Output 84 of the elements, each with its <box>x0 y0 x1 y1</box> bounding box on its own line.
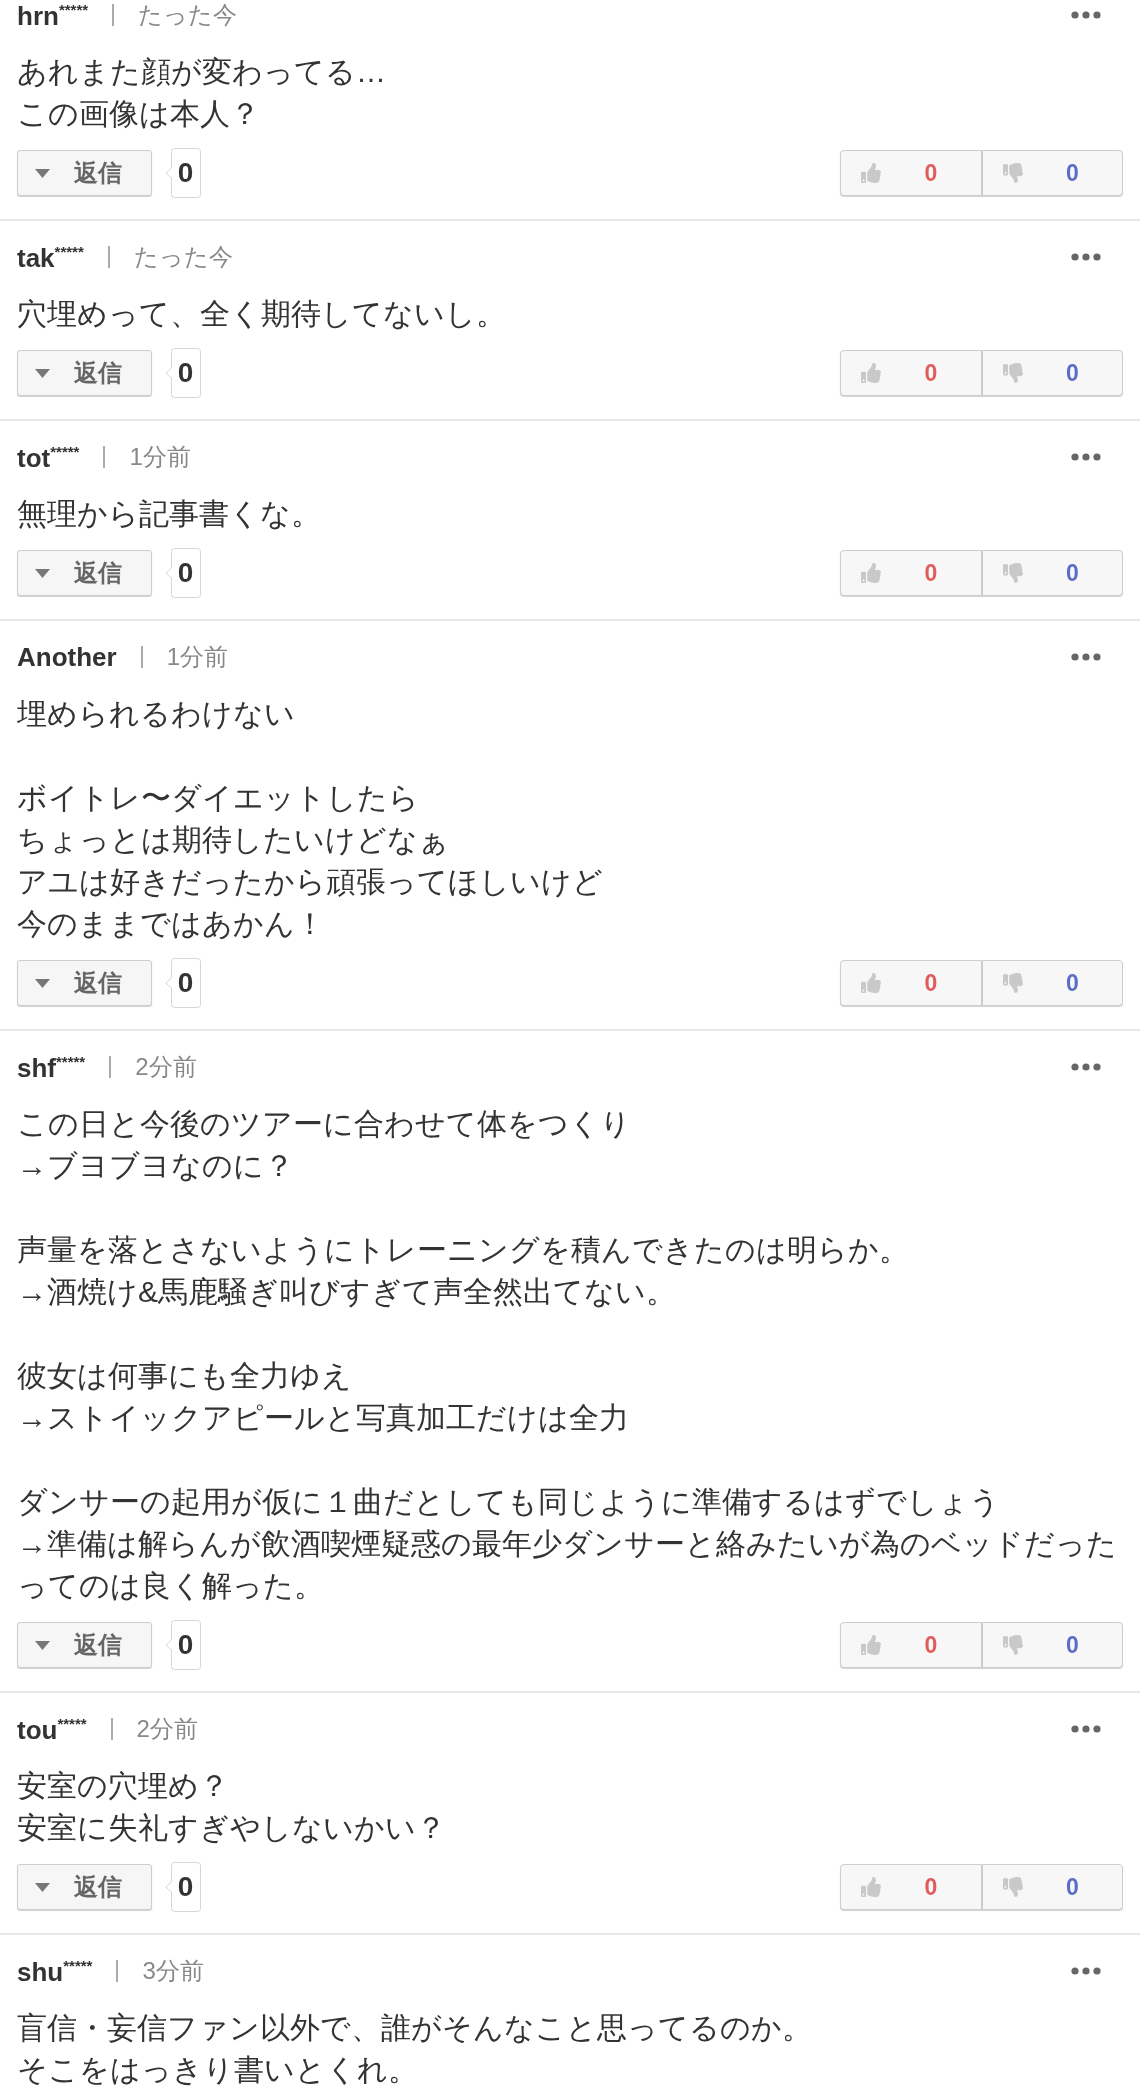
comment-text: ダンサーの起用が仮に１曲だとしても同じように準備するはずでしょう <box>17 1484 1001 1520</box>
reply-count: 0 <box>165 548 201 598</box>
more-options-icon[interactable] <box>1071 1063 1101 1071</box>
caret-down-icon <box>35 978 50 988</box>
thumbs-down-icon <box>1003 363 1023 383</box>
thumbs-up-icon <box>861 563 881 583</box>
comment-text: 安室の穴埋め？ <box>17 1768 230 1804</box>
thumbs-up-icon <box>861 973 881 993</box>
comment-text: →ブヨブヨなのに？ <box>17 1148 295 1184</box>
comment-text: 盲信・妄信ファン以外で、誰がそんなこと思ってるのか。 <box>17 2010 813 2046</box>
timestamp: 2分前 <box>135 1055 197 1079</box>
username[interactable]: tou$^{*****}$ <box>17 1715 87 1743</box>
dislike-button[interactable]: 0 <box>982 960 1123 1006</box>
comment-text: あれまた顔が変わってる… <box>17 54 387 90</box>
reply-count: 0 <box>165 148 201 198</box>
timestamp: 1分前 <box>166 645 229 669</box>
comment-text: 彼女は何事にも全力ゆえ <box>17 1358 353 1394</box>
comment-text: 今のままではあかん！ <box>17 906 326 942</box>
reply-count: 0 <box>165 348 201 398</box>
thumbs-down-icon <box>1003 973 1023 993</box>
timestamp: たった今 <box>133 245 233 269</box>
comment-text: アユは好きだったから頑張ってほしいけど <box>17 864 604 900</box>
dislike-button[interactable]: 0 <box>982 1622 1123 1668</box>
caret-down-icon <box>35 568 50 578</box>
dislike-button[interactable]: 0 <box>982 350 1123 396</box>
timestamp: 1分前 <box>129 445 191 469</box>
thumbs-up-icon <box>861 1877 881 1897</box>
like-button[interactable]: 0 <box>840 150 982 196</box>
thumbs-down-icon <box>1003 563 1023 583</box>
thumbs-up-icon <box>861 363 881 383</box>
dislike-button[interactable]: 0 <box>982 550 1123 596</box>
comment-text: 無理から記事書くな。 <box>17 496 322 532</box>
comment-text: 安室に失礼すぎやしないかい？ <box>17 1810 447 1846</box>
username[interactable]: hrn$^{*****}$ <box>17 1 89 29</box>
username[interactable]: shf$^{*****}$ <box>17 1053 86 1081</box>
more-options-icon[interactable] <box>1071 653 1101 661</box>
timestamp: 3分前 <box>142 1959 204 1983</box>
comment-text: →ストイックアピールと写真加工だけは全力 <box>17 1400 630 1436</box>
comment-text: 声量を落とさないようにトレーニングを積んできたのは明らか。 <box>17 1232 910 1268</box>
comment-text: この日と今後のツアーに合わせて体をつくり <box>17 1106 632 1142</box>
like-button[interactable]: 0 <box>840 550 982 596</box>
like-button[interactable]: 0 <box>840 350 982 396</box>
username[interactable]: Another <box>17 644 117 670</box>
username[interactable]: shu$^{*****}$ <box>17 1957 93 1985</box>
comment-text: ちょっとは期待したいけどなぁ <box>17 822 450 858</box>
comment-text: ボイトレ〜ダイエットしたら <box>17 780 420 816</box>
reply-button[interactable]: 返信 <box>17 1622 152 1668</box>
comment-text: →準備は解らんが飲酒喫煙疑惑の最年少ダンサーと絡みたいが為のベッドだったってのは良く解った。 <box>17 1526 1118 1604</box>
comment-text: →酒焼け&馬鹿騒ぎ叫びすぎて声全然出てない。 <box>17 1274 677 1310</box>
more-options-icon[interactable] <box>1071 453 1101 461</box>
reply-button[interactable]: 返信 <box>17 550 152 596</box>
thumbs-up-icon <box>861 1635 881 1655</box>
thumbs-up-icon <box>861 163 881 183</box>
thumbs-down-icon <box>1003 163 1023 183</box>
like-button[interactable]: 0 <box>840 960 982 1006</box>
caret-down-icon <box>35 1640 50 1650</box>
thumbs-down-icon <box>1003 1635 1023 1655</box>
reply-count: 0 <box>165 1862 201 1912</box>
more-options-icon[interactable] <box>1071 1967 1101 1975</box>
thumbs-down-icon <box>1003 1877 1023 1897</box>
dislike-button[interactable]: 0 <box>982 150 1123 196</box>
caret-down-icon <box>35 1882 50 1892</box>
comment-text: 埋められるわけない <box>17 696 296 732</box>
more-options-icon[interactable] <box>1071 253 1101 261</box>
caret-down-icon <box>35 368 50 378</box>
caret-down-icon <box>35 168 50 178</box>
timestamp: たった今 <box>138 3 238 27</box>
reply-button[interactable]: 返信 <box>17 350 152 396</box>
timestamp: 2分前 <box>136 1717 198 1741</box>
like-button[interactable]: 0 <box>840 1864 982 1910</box>
reply-count: 0 <box>165 958 201 1008</box>
reply-button[interactable]: 返信 <box>17 150 152 196</box>
reply-button[interactable]: 返信 <box>17 960 152 1006</box>
comment-text: そこをはっきり書いとくれ。 <box>17 2052 419 2088</box>
like-button[interactable]: 0 <box>840 1622 982 1668</box>
more-options-icon[interactable] <box>1071 1725 1101 1733</box>
reply-button[interactable]: 返信 <box>17 1864 152 1910</box>
comment-text: 穴埋めって、全く期待してないし。 <box>17 296 507 332</box>
reply-count: 0 <box>165 1620 201 1670</box>
more-options-icon[interactable] <box>1071 11 1101 19</box>
username[interactable]: tot$^{*****}$ <box>17 443 80 471</box>
comment-text: この画像は本人？ <box>17 96 261 132</box>
dislike-button[interactable]: 0 <box>982 1864 1123 1910</box>
username[interactable]: tak$^{*****}$ <box>17 243 84 271</box>
